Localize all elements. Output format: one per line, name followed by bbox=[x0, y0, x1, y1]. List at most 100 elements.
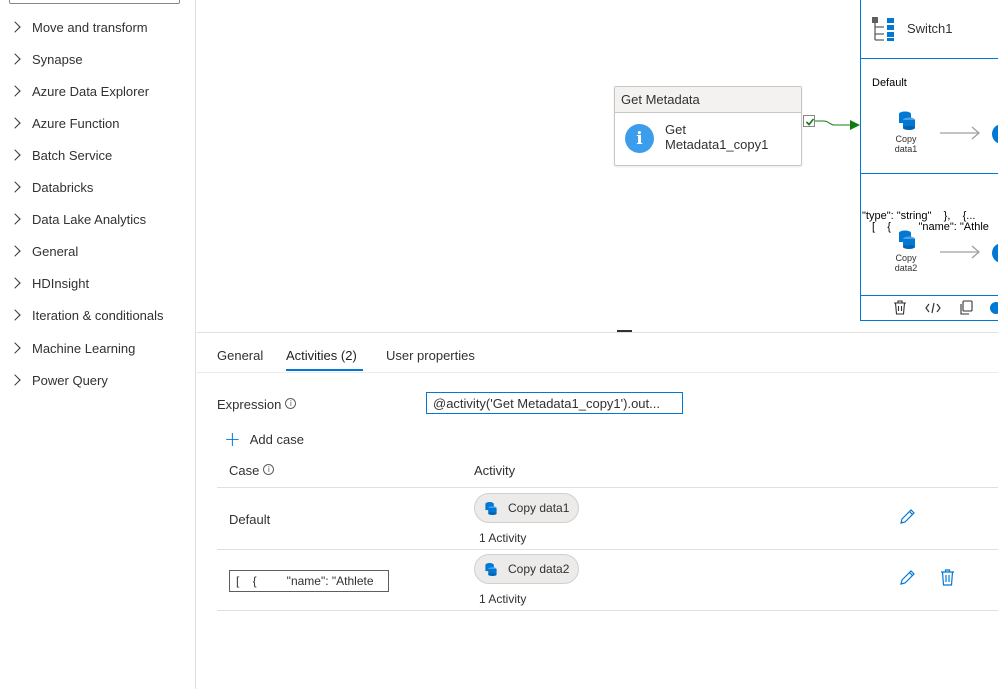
column-header-text: Case bbox=[229, 463, 260, 478]
add-case-button[interactable]: + Add case bbox=[224, 427, 304, 451]
plus-icon: + bbox=[224, 427, 241, 451]
chevron-right-icon bbox=[9, 85, 21, 97]
category-label: Machine Learning bbox=[32, 340, 136, 356]
add-activity-icon[interactable] bbox=[992, 124, 998, 144]
category-label: Azure Function bbox=[32, 115, 120, 131]
category-label: Move and transform bbox=[32, 19, 148, 35]
switch-case-1[interactable]: [ { "name": "Athle "type": "string" }, {… bbox=[861, 175, 998, 293]
expression-label: Expression i bbox=[217, 397, 297, 412]
chevron-right-icon bbox=[9, 213, 21, 225]
category-label: Power Query bbox=[32, 372, 108, 388]
switch-title: Switch1 bbox=[907, 21, 953, 36]
category-synapse[interactable]: Synapse bbox=[0, 49, 83, 69]
chevron-right-icon bbox=[9, 149, 21, 161]
category-databricks[interactable]: Databricks bbox=[0, 177, 93, 197]
activity-count: 1 Activity bbox=[479, 531, 527, 545]
delete-button[interactable] bbox=[890, 298, 910, 318]
chevron-right-icon bbox=[9, 21, 21, 33]
activity-name-line: Metadata1_copy1 bbox=[665, 137, 769, 152]
expression-input[interactable]: @activity('Get Metadata1_copy1').out... bbox=[426, 392, 683, 414]
activities-sidebar: Move and transform Synapse Azure Data Ex… bbox=[0, 0, 196, 689]
category-iteration-conditionals[interactable]: Iteration & conditionals bbox=[0, 305, 164, 325]
row-divider bbox=[217, 610, 998, 611]
get-metadata-activity[interactable]: Get Metadata i Get Metadata1_copy1 bbox=[614, 86, 802, 166]
chevron-right-icon bbox=[9, 53, 21, 65]
activity-toolbar bbox=[861, 295, 998, 319]
mini-activity-line: data1 bbox=[894, 144, 918, 154]
case-name-default: Default bbox=[229, 512, 271, 527]
category-batch-service[interactable]: Batch Service bbox=[0, 145, 112, 165]
case-label-line: "type": "string" }, {... bbox=[862, 210, 976, 222]
copy-data-icon bbox=[485, 563, 497, 576]
chevron-right-icon bbox=[9, 374, 21, 386]
add-activity-icon[interactable] bbox=[992, 243, 998, 263]
chevron-right-icon bbox=[9, 117, 21, 129]
category-general[interactable]: General bbox=[0, 241, 78, 261]
category-label: Batch Service bbox=[32, 147, 113, 163]
copy-icon bbox=[960, 300, 973, 315]
row-divider bbox=[217, 549, 998, 550]
category-move-and-transform[interactable]: Move and transform bbox=[0, 17, 148, 37]
more-button[interactable] bbox=[986, 298, 998, 318]
tab-user-properties[interactable]: User properties bbox=[386, 348, 475, 363]
pipeline-canvas[interactable]: Get Metadata i Get Metadata1_copy1 Switc… bbox=[197, 0, 998, 332]
activity-name: Get Metadata1_copy1 bbox=[665, 122, 785, 152]
activity-count: 1 Activity bbox=[479, 592, 527, 606]
info-icon: i bbox=[285, 398, 297, 409]
search-input[interactable] bbox=[9, 0, 180, 4]
copy-data-icon bbox=[899, 111, 915, 130]
success-connector-arrow bbox=[815, 120, 860, 130]
category-power-query[interactable]: Power Query bbox=[0, 370, 108, 390]
clone-button[interactable] bbox=[956, 298, 976, 318]
mini-activity-line: data2 bbox=[894, 263, 918, 273]
category-azure-data-explorer[interactable]: Azure Data Explorer bbox=[0, 81, 149, 101]
category-label: HDInsight bbox=[32, 275, 90, 291]
activity-type-header: Get Metadata bbox=[615, 87, 801, 113]
tab-general[interactable]: General bbox=[217, 348, 263, 363]
pencil-icon bbox=[900, 570, 915, 585]
panel-tabs: General Activities (2) User properties bbox=[197, 333, 998, 373]
category-label: Data Lake Analytics bbox=[32, 211, 147, 227]
row-divider bbox=[217, 487, 998, 488]
chevron-right-icon bbox=[9, 181, 21, 193]
tab-activities[interactable]: Activities (2) bbox=[286, 348, 357, 363]
chevron-right-icon bbox=[9, 277, 21, 289]
success-output-handle[interactable] bbox=[803, 115, 815, 127]
mini-activity-label: Copy data1 bbox=[886, 134, 926, 154]
view-code-button[interactable] bbox=[923, 298, 943, 318]
copy-data-icon bbox=[899, 230, 915, 249]
switch-case-default[interactable]: Default Copy data1 bbox=[861, 60, 998, 174]
category-data-lake-analytics[interactable]: Data Lake Analytics bbox=[0, 209, 146, 229]
category-label: General bbox=[32, 243, 79, 259]
add-case-label: Add case bbox=[249, 431, 304, 447]
category-label: Synapse bbox=[32, 51, 83, 67]
edit-case-button[interactable] bbox=[899, 569, 917, 587]
code-icon bbox=[925, 302, 941, 313]
properties-panel: General Activities (2) User properties E… bbox=[197, 332, 998, 689]
trash-icon bbox=[894, 300, 906, 315]
category-hdinsight[interactable]: HDInsight bbox=[0, 273, 89, 293]
delete-case-button[interactable] bbox=[940, 569, 958, 587]
category-label: Databricks bbox=[32, 179, 94, 195]
arrow-right-icon bbox=[940, 126, 980, 140]
case-value-input[interactable]: [ { "name": "Athlete bbox=[229, 570, 389, 592]
info-icon: i bbox=[625, 124, 654, 153]
edit-case-button[interactable] bbox=[899, 508, 917, 526]
chevron-right-icon bbox=[9, 309, 21, 321]
check-icon bbox=[805, 118, 815, 126]
switch-icon bbox=[872, 16, 894, 41]
category-machine-learning[interactable]: Machine Learning bbox=[0, 338, 135, 358]
mini-activity-line: Copy bbox=[895, 134, 917, 144]
pencil-icon bbox=[900, 509, 915, 524]
activity-pill-copy-data1[interactable]: Copy data1 bbox=[474, 493, 579, 523]
column-header-activity: Activity bbox=[474, 463, 516, 478]
active-tab-indicator bbox=[286, 369, 363, 371]
mini-activity-line: Copy bbox=[895, 253, 917, 263]
category-azure-function[interactable]: Azure Function bbox=[0, 113, 119, 133]
activity-pill-label: Copy data1 bbox=[508, 501, 570, 515]
expression-label-text: Expression bbox=[217, 397, 282, 412]
switch-activity[interactable]: Switch1 Default Copy data1 [ {"name": "… bbox=[860, 0, 998, 321]
chevron-right-icon bbox=[9, 342, 21, 354]
chevron-right-icon bbox=[9, 245, 21, 257]
activity-pill-copy-data2[interactable]: Copy data2 bbox=[474, 554, 579, 584]
